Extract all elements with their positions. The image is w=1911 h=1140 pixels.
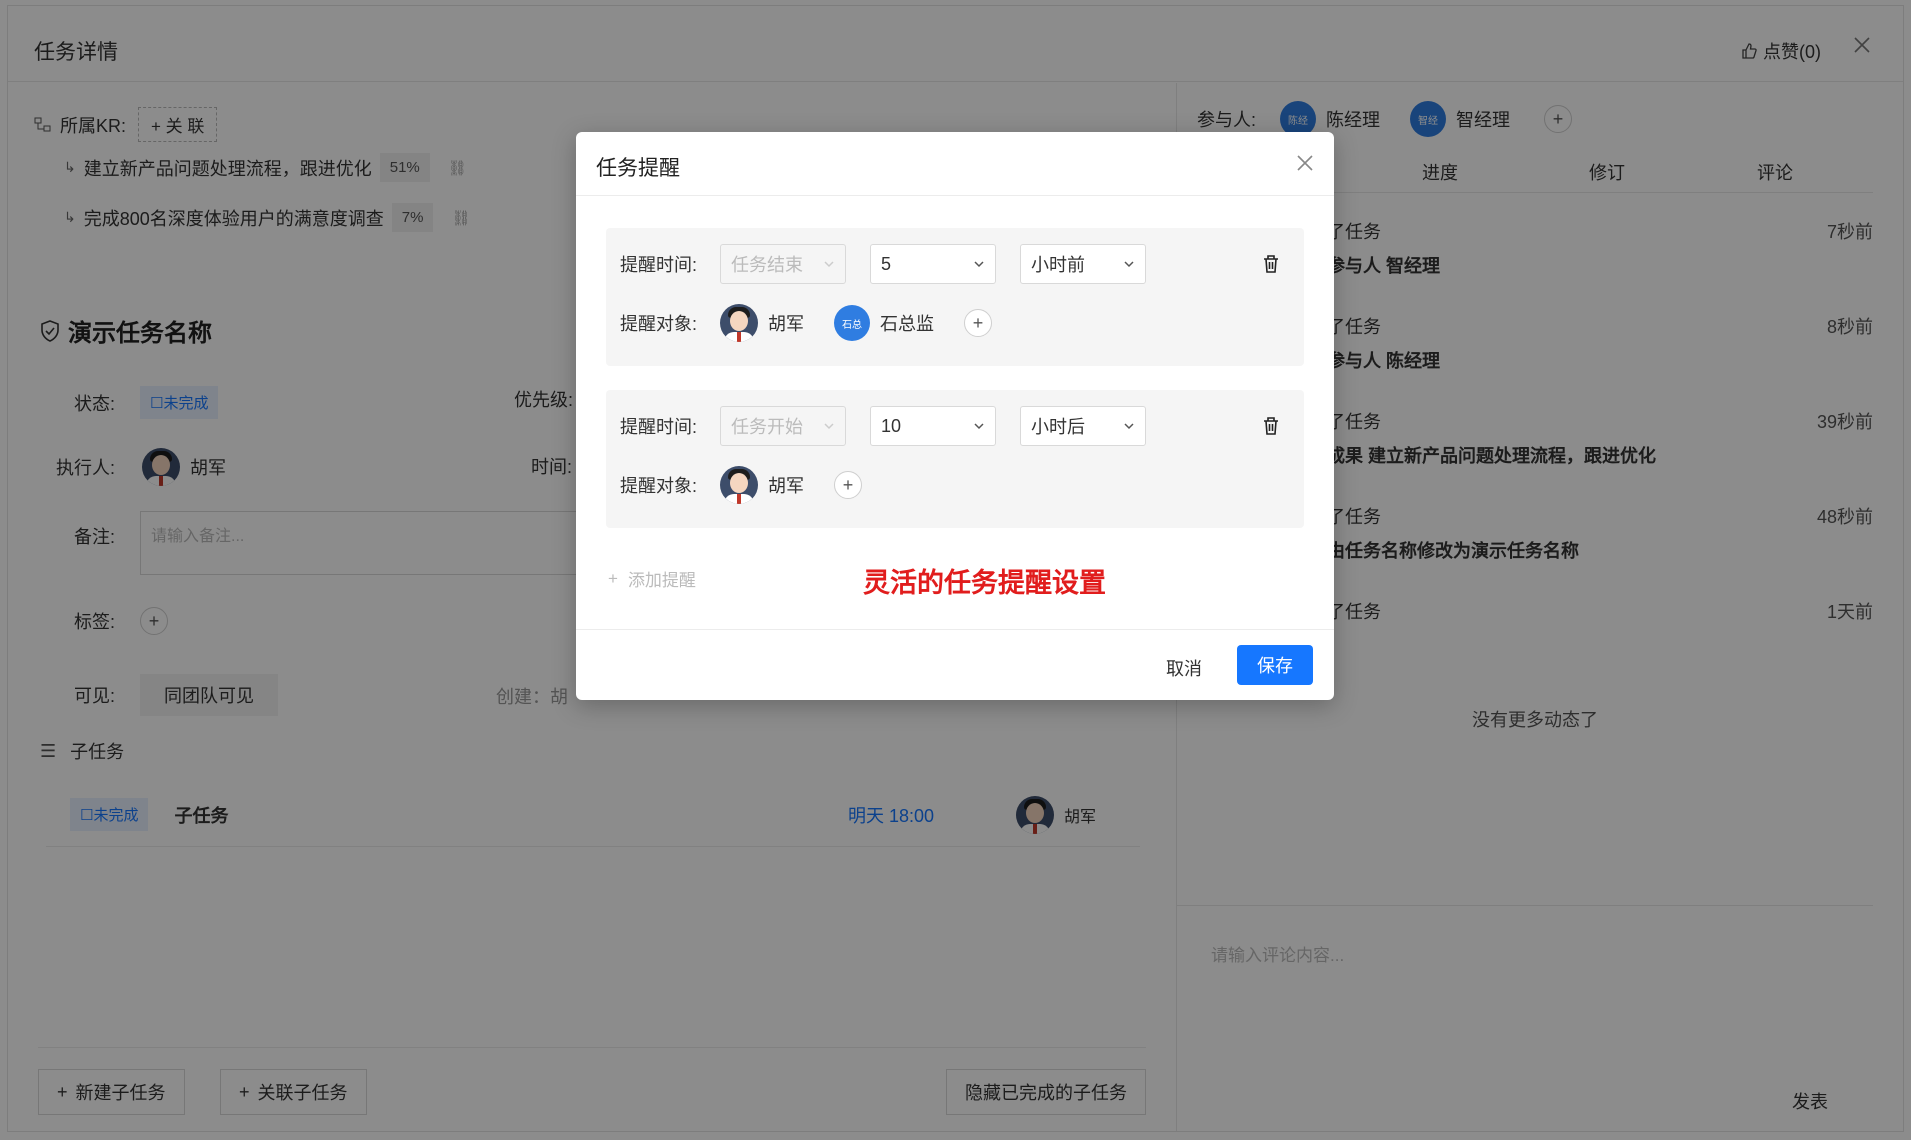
anchor-value: 任务结束 (731, 255, 803, 275)
amount-select[interactable]: 5 (870, 244, 996, 284)
reminder-card: 提醒时间: 任务开始 10 小时后 提醒对象: 胡军 + (606, 390, 1304, 528)
feature-highlight-text: 灵活的任务提醒设置 (863, 568, 1106, 598)
reminder-target[interactable]: 胡军 (720, 304, 804, 342)
plus-icon: + (608, 568, 618, 588)
reminder-target[interactable]: 胡军 (720, 466, 804, 504)
chevron-down-icon (1124, 423, 1134, 430)
reminder-target-label: 提醒对象: (620, 314, 698, 334)
reminder-target-row: 提醒对象: 胡军 石总 石总监 + (620, 304, 992, 342)
task-reminder-modal: 任务提醒 提醒时间: 任务结束 5 小时前 提醒对象: 胡军 石总 石总监 + … (576, 132, 1334, 700)
modal-footer-divider (576, 629, 1334, 630)
reminder-target-name: 胡军 (768, 476, 804, 496)
amount-value: 5 (881, 253, 892, 274)
modal-title: 任务提醒 (596, 157, 680, 180)
reminder-target-name: 石总监 (880, 314, 934, 334)
reminder-time-row: 提醒时间: 任务结束 5 小时前 (620, 244, 1170, 284)
reminder-time-label: 提醒时间: (620, 255, 698, 275)
reminder-card: 提醒时间: 任务结束 5 小时前 提醒对象: 胡军 石总 石总监 + (606, 228, 1304, 366)
amount-value: 10 (881, 415, 902, 436)
reminder-target[interactable]: 石总 石总监 (834, 305, 934, 341)
trash-icon[interactable] (1262, 416, 1280, 436)
reminder-time-row: 提醒时间: 任务开始 10 小时后 (620, 406, 1170, 446)
anchor-value: 任务开始 (731, 417, 803, 437)
chevron-down-icon (1124, 261, 1134, 268)
unit-select[interactable]: 小时后 (1020, 406, 1146, 446)
reminder-target-name: 胡军 (768, 314, 804, 334)
avatar (720, 466, 758, 504)
anchor-select: 任务开始 (720, 406, 846, 446)
trash-icon[interactable] (1262, 254, 1280, 274)
add-target-button[interactable]: + (964, 309, 992, 337)
close-icon[interactable] (1294, 152, 1316, 174)
chevron-down-icon (824, 261, 834, 268)
add-reminder-label: 添加提醒 (627, 571, 696, 590)
unit-value: 小时前 (1031, 255, 1085, 275)
add-target-button[interactable]: + (834, 471, 862, 499)
chevron-down-icon (974, 423, 984, 430)
reminder-time-label: 提醒时间: (620, 417, 698, 437)
chevron-down-icon (824, 423, 834, 430)
chevron-down-icon (974, 261, 984, 268)
reminder-target-row: 提醒对象: 胡军 + (620, 466, 862, 504)
cancel-button[interactable]: 取消 (1166, 647, 1202, 689)
avatar: 石总 (834, 305, 870, 341)
reminder-target-label: 提醒对象: (620, 476, 698, 496)
add-reminder-button[interactable]: + 添加提醒 (608, 566, 696, 591)
amount-select[interactable]: 10 (870, 406, 996, 446)
unit-select[interactable]: 小时前 (1020, 244, 1146, 284)
avatar (720, 304, 758, 342)
modal-header: 任务提醒 (576, 132, 1334, 196)
unit-value: 小时后 (1031, 417, 1085, 437)
save-button[interactable]: 保存 (1237, 645, 1313, 685)
anchor-select: 任务结束 (720, 244, 846, 284)
